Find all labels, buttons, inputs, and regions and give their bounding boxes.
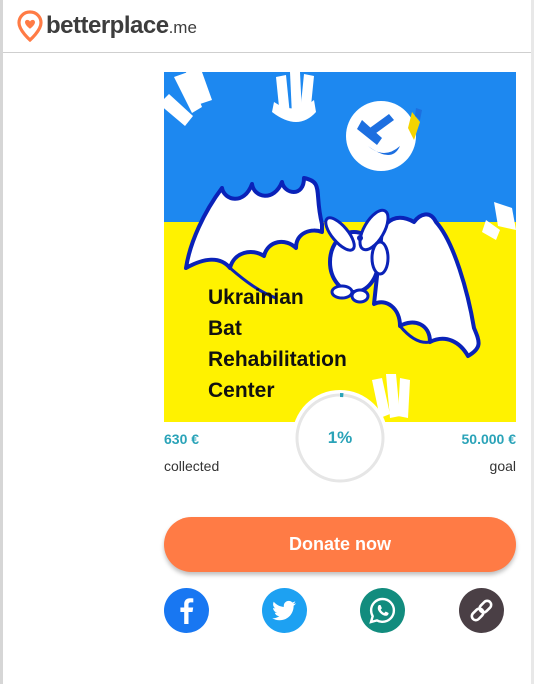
facebook-icon — [180, 598, 194, 624]
betterplace-logo[interactable]: betterplace .me — [17, 10, 197, 42]
image-text-line-3: Rehabilitation — [208, 348, 347, 371]
location-pin-icon — [17, 10, 43, 42]
window-left-edge — [0, 0, 3, 684]
image-text-line-1: Ukrainian — [208, 286, 304, 309]
progress-percent: 1% — [327, 428, 353, 447]
project-image[interactable]: Ukrainian Bat Rehabilitation Center — [164, 72, 516, 422]
logo-domain: .me — [168, 18, 197, 37]
goal-amount: 50.000 € — [461, 431, 517, 447]
collected-amount: 630 € — [164, 431, 200, 447]
share-link-button[interactable] — [459, 588, 504, 633]
donate-button[interactable]: Donate now — [164, 517, 516, 572]
image-text-line-2: Bat — [208, 317, 242, 340]
share-whatsapp-button[interactable] — [360, 588, 405, 633]
twitter-icon — [272, 600, 296, 621]
share-twitter-button[interactable] — [262, 588, 307, 633]
site-header: betterplace .me — [3, 0, 531, 53]
collected-label: collected — [164, 458, 220, 474]
logo-wordmark: betterplace — [46, 12, 169, 39]
share-facebook-button[interactable] — [164, 588, 209, 633]
image-text-line-4: Center — [208, 379, 275, 402]
goal-label: goal — [489, 458, 516, 474]
whatsapp-icon — [369, 597, 396, 624]
link-icon — [470, 599, 493, 622]
